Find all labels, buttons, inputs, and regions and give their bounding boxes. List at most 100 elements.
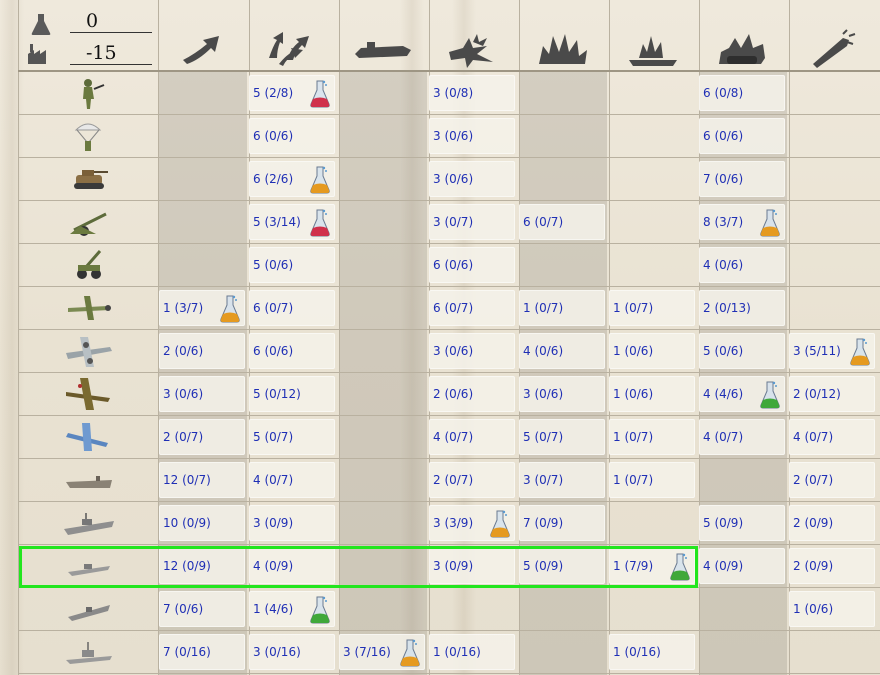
matchup-cell[interactable]: 3 (0/6) [429,161,519,197]
matchup-cell[interactable]: 3 (0/6) [429,333,519,369]
matchup-cell[interactable]: 3 (0/16) [249,634,339,670]
matchup-cell[interactable]: 4 (0/6) [519,333,609,369]
matchup-cell[interactable]: 2 (0/13) [699,290,789,326]
unit-cell[interactable] [60,634,116,670]
unit-cell[interactable] [60,505,116,541]
matchup-cell[interactable]: 3 (0/9) [249,505,339,541]
unit-cell[interactable] [60,161,116,197]
matchup-cell[interactable]: 5 (0/6) [699,333,789,369]
matchup-cell[interactable]: 7 (0/6) [699,161,789,197]
matchup-cell[interactable]: 5 (3/14) [249,204,339,240]
unit-cell[interactable] [60,75,116,111]
grid-vline [18,0,19,675]
matchup-cell[interactable]: 1 (0/16) [429,634,519,670]
matchup-cell[interactable]: 6 (0/7) [429,290,519,326]
matchup-cell[interactable]: 6 (0/6) [249,333,339,369]
matchup-cell[interactable]: 7 (0/16) [159,634,249,670]
matchup-cell[interactable]: 1 (7/9) [609,548,699,584]
matchup-cell[interactable]: 1 (0/7) [609,419,699,455]
unit-cell[interactable] [60,290,116,326]
matchup-cell[interactable]: 1 (0/6) [609,376,699,412]
matchup-cell[interactable]: 12 (0/9) [159,548,249,584]
matchup-cell[interactable]: 2 (0/6) [159,333,249,369]
matchup-cell[interactable]: 6 (0/6) [429,247,519,283]
matchup-cell[interactable]: 4 (0/9) [249,548,339,584]
matchup-cell[interactable]: 2 (0/6) [429,376,519,412]
matchup-cell[interactable]: 6 (0/6) [249,118,339,154]
matchup-cell[interactable]: 1 (0/7) [609,462,699,498]
column-header[interactable] [713,24,773,68]
column-header[interactable] [803,24,863,68]
unit-cell[interactable] [60,376,116,412]
matchup-cell[interactable]: 2 (0/7) [429,462,519,498]
matchup-cell[interactable]: 6 (0/7) [519,204,609,240]
matchup-cell[interactable]: 6 (2/6) [249,161,339,197]
matchup-cell[interactable]: 6 (0/7) [249,290,339,326]
column-header[interactable] [533,24,593,68]
column-header[interactable] [173,24,233,68]
matchup-cell[interactable]: 8 (3/7) [699,204,789,240]
column-header[interactable] [443,24,503,68]
matchup-cell[interactable]: 4 (0/7) [699,419,789,455]
matchup-cell[interactable]: 3 (0/8) [429,75,519,111]
matchup-cell[interactable]: 1 (0/6) [789,591,879,627]
matchup-cell[interactable]: 4 (0/7) [789,419,879,455]
unit-cell[interactable] [60,204,116,240]
matchup-cell[interactable]: 1 (4/6) [249,591,339,627]
matchup-cell[interactable]: 5 (2/8) [249,75,339,111]
matchup-cell[interactable]: 1 (3/7) [159,290,249,326]
matchup-cell[interactable]: 7 (0/9) [519,505,609,541]
matchup-cell[interactable]: 2 (0/7) [789,462,879,498]
matchup-cell[interactable]: 10 (0/9) [159,505,249,541]
matchup-cell[interactable]: 5 (0/9) [519,548,609,584]
cell-value: 6 (0/7) [253,301,294,315]
unit-cell[interactable] [60,591,116,627]
matchup-cell[interactable]: 3 (0/6) [429,118,519,154]
matchup-cell[interactable]: 5 (0/9) [699,505,789,541]
column-header[interactable] [623,24,683,68]
matchup-cell[interactable]: 3 (0/6) [159,376,249,412]
column-header[interactable] [353,24,413,68]
matchup-cell[interactable]: 6 (0/8) [699,75,789,111]
research-flask-green-icon [670,553,690,581]
matchup-cell[interactable]: 1 (0/6) [609,333,699,369]
grid-hline [18,587,880,588]
unit-cell[interactable] [60,419,116,455]
matchup-cell[interactable]: 4 (0/7) [249,462,339,498]
matchup-cell[interactable]: 5 (0/6) [249,247,339,283]
matchup-cell[interactable]: 3 (0/7) [519,462,609,498]
matchup-cell[interactable]: 4 (0/9) [699,548,789,584]
matchup-cell[interactable]: 2 (0/7) [159,419,249,455]
matchup-cell[interactable]: 1 (0/16) [609,634,699,670]
matchup-cell[interactable]: 4 (0/7) [429,419,519,455]
matchup-cell[interactable]: 2 (0/9) [789,548,879,584]
matchup-cell[interactable]: 6 (0/6) [699,118,789,154]
matchup-cell[interactable]: 3 (0/7) [429,204,519,240]
unit-cell[interactable] [60,548,116,584]
matchup-cell[interactable]: 5 (0/12) [249,376,339,412]
matchup-cell[interactable]: 2 (0/9) [789,505,879,541]
matchup-cell[interactable]: 3 (5/11) [789,333,879,369]
column-header[interactable] [263,24,323,68]
unit-cell[interactable] [60,247,116,283]
unit-cell[interactable] [60,462,116,498]
matchup-cell[interactable]: 2 (0/12) [789,376,879,412]
matchup-cell[interactable]: 3 (0/9) [429,548,519,584]
matchup-cell[interactable]: 3 (7/16) [339,634,429,670]
matchup-cell[interactable]: 12 (0/7) [159,462,249,498]
matchup-cell[interactable]: 5 (0/7) [249,419,339,455]
matchup-cell[interactable]: 7 (0/6) [159,591,249,627]
cell-value: 3 (0/7) [523,473,564,487]
matchup-cell[interactable]: 4 (0/6) [699,247,789,283]
matchup-cell[interactable]: 1 (0/7) [519,290,609,326]
cruiser-icon [68,564,110,576]
unit-cell[interactable] [60,333,116,369]
matchup-cell[interactable]: 3 (0/6) [519,376,609,412]
battleship-icon [64,513,114,535]
cell-value: 5 (0/7) [253,430,294,444]
matchup-cell[interactable]: 1 (0/7) [609,290,699,326]
matchup-cell[interactable]: 5 (0/7) [519,419,609,455]
matchup-cell[interactable]: 4 (4/6) [699,376,789,412]
unit-cell[interactable] [60,118,116,154]
matchup-cell[interactable]: 3 (3/9) [429,505,519,541]
